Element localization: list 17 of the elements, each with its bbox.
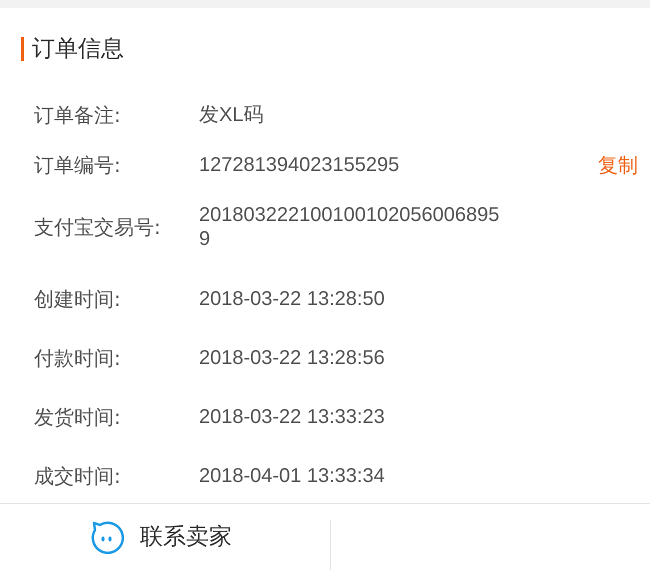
field-value: 2018-03-22 13:28:56 (199, 346, 386, 370)
field-value: 2018032221001001020560068959 (199, 203, 500, 251)
field-label: 发货时间: (34, 405, 122, 429)
field-label: 订单编号: (34, 153, 122, 177)
field-label: 成交时间: (34, 464, 122, 488)
section-title: 订单信息 (32, 34, 124, 64)
field-value: 2018-03-22 13:28:50 (199, 287, 386, 311)
contact-seller-button[interactable]: 联系卖家 (88, 519, 232, 555)
section-accent-bar (21, 37, 24, 61)
field-value: 127281394023155295 (199, 153, 400, 177)
field-label: 支付宝交易号: (34, 215, 162, 239)
field-label: 订单备注: (34, 103, 122, 127)
field-value: 2018-04-01 13:33:34 (199, 464, 386, 488)
field-value: 2018-03-22 13:33:23 (199, 405, 386, 429)
field-value: 发XL码 (199, 103, 264, 127)
field-label: 创建时间: (34, 287, 122, 311)
field-label: 付款时间: (34, 346, 122, 370)
